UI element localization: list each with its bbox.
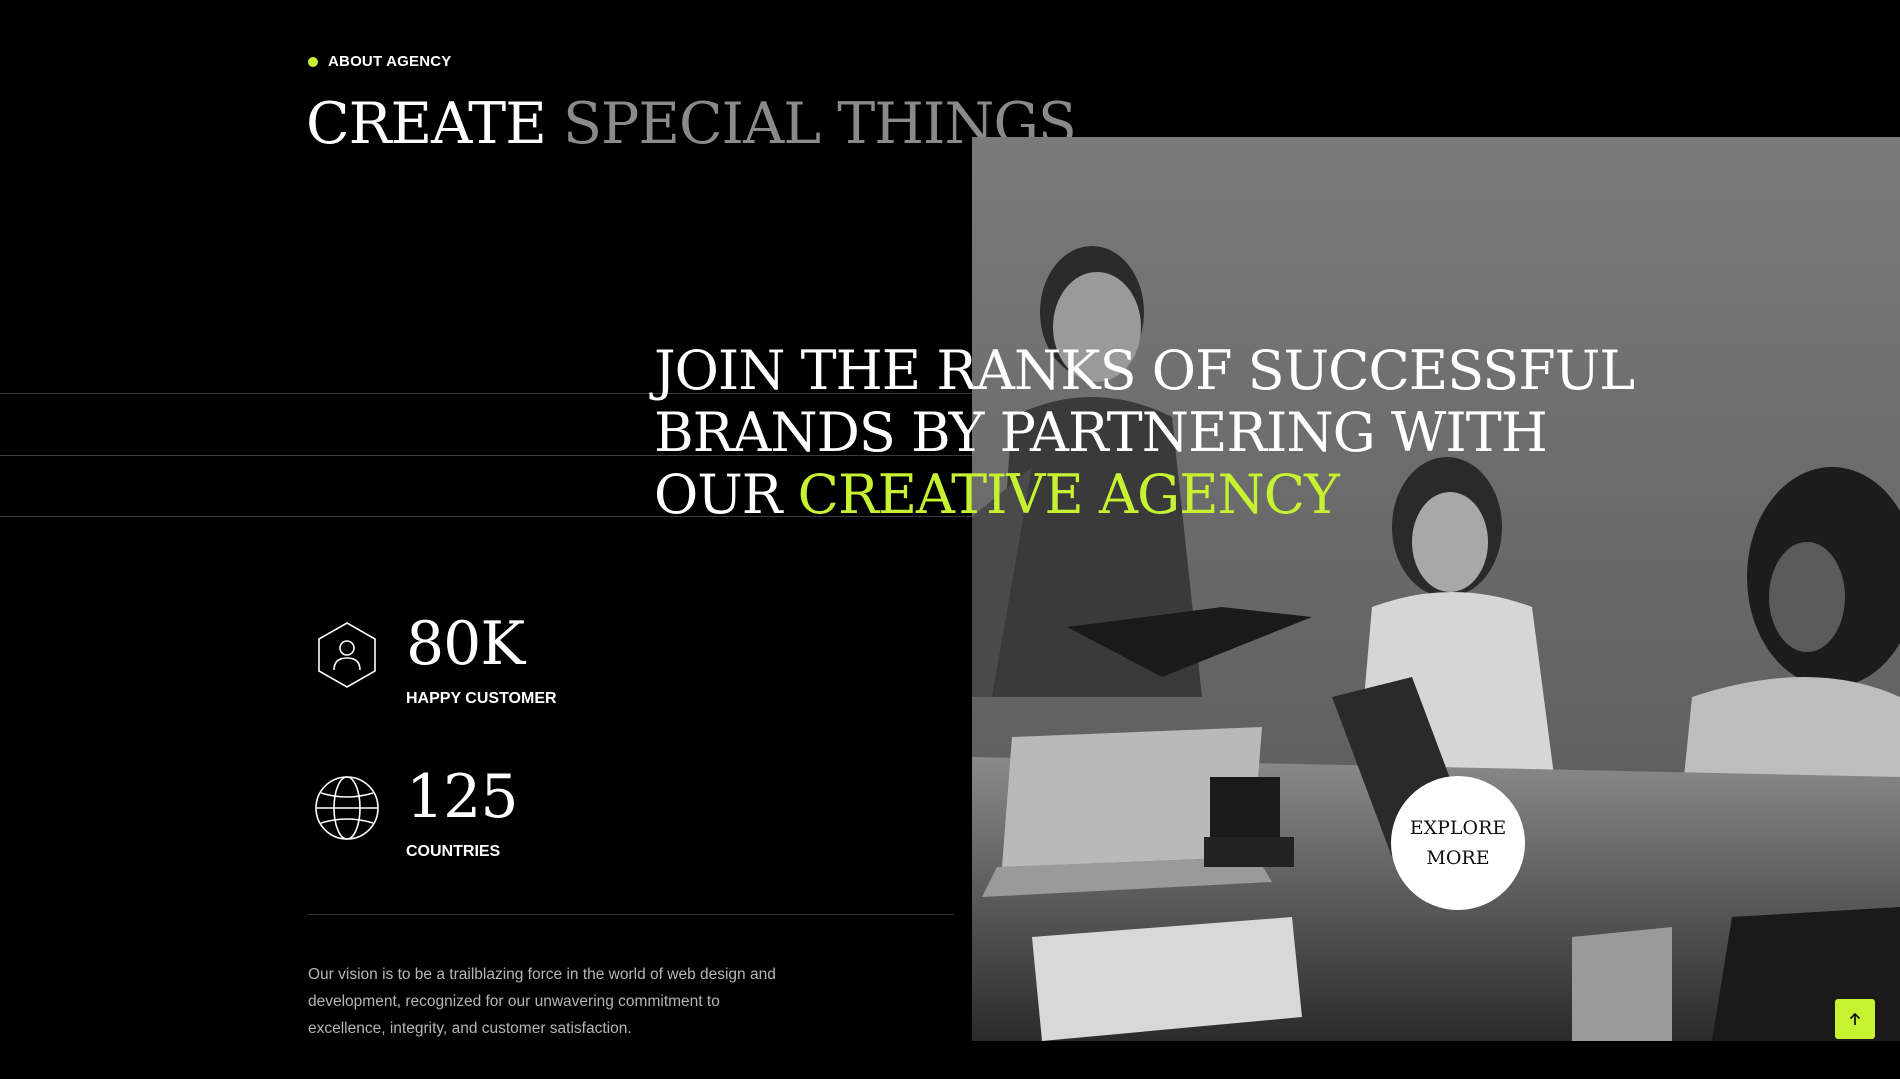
stat-value: 80K	[406, 609, 525, 679]
section-divider	[308, 914, 954, 915]
hero-headline: JOIN THE RANKS OF SUCCESSFUL BRANDS BY P…	[654, 339, 1635, 526]
headline-accent: CREATIVE AGENCY	[797, 463, 1340, 526]
stat-label: HAPPY CUSTOMER	[406, 690, 557, 707]
arrow-up-icon	[1849, 1012, 1861, 1025]
explore-line-1: EXPLORE	[1409, 817, 1507, 839]
stat-value: 125	[406, 762, 519, 832]
section-eyebrow: ABOUT AGENCY	[308, 53, 452, 70]
vision-paragraph: Our vision is to be a trailblazing force…	[308, 966, 776, 1037]
accent-dot-icon	[308, 56, 318, 67]
globe-icon	[315, 776, 379, 840]
section-title: CREATE SPECIAL THINGS	[306, 88, 1077, 160]
eyebrow-label: ABOUT AGENCY	[328, 53, 452, 70]
explore-more-button[interactable]: EXPLORE MORE	[1391, 776, 1525, 910]
user-hexagon-icon	[318, 622, 376, 688]
stat-countries: 125 COUNTRIES	[312, 762, 519, 861]
stat-label: COUNTRIES	[406, 843, 501, 860]
stat-happy-customer: 80K HAPPY CUSTOMER	[312, 610, 557, 708]
headline-line-3-prefix: OUR	[654, 463, 782, 526]
explore-line-2: MORE	[1426, 847, 1490, 869]
scroll-top-button[interactable]	[1835, 999, 1875, 1039]
headline-line-1: JOIN THE RANKS OF SUCCESSFUL	[654, 339, 1635, 402]
headline-line-2: BRANDS BY PARTNERING WITH	[654, 401, 1548, 464]
title-part-1: CREATE	[306, 91, 547, 157]
